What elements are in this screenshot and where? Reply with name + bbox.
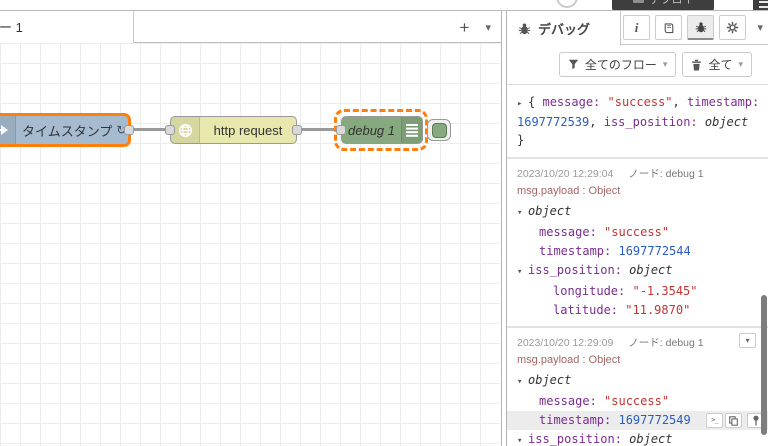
message-meta: msg.payload : Object [517, 185, 621, 197]
expand-caret-icon[interactable]: ▸ [517, 95, 528, 113]
copy-value-button[interactable] [725, 413, 742, 428]
debug-sidebar: デバッグ i ▾ 全てのフロー ▾ 全て ▾ ▸ {message: "suc… [506, 11, 768, 446]
tree-row-latitude: latitude: "11.9870" [553, 303, 691, 317]
node-red-app: デプロイ フロー 1 + ▾ [0, 0, 768, 446]
debug-input-port[interactable] [336, 125, 346, 135]
collapsed-object-summary: ▸{ message: "success", timestamp: 169777… [517, 95, 760, 147]
tree-row-message: message: "success" [539, 225, 670, 239]
http-input-port[interactable] [165, 125, 175, 135]
tab-debug[interactable]: デバッグ [507, 11, 621, 46]
tab-actions: + ▾ [460, 11, 491, 43]
sidebar-tab-buttons: i [623, 15, 746, 40]
clear-label: 全て [708, 58, 733, 72]
tree-row-iss-position: ▾ iss_position: object [517, 261, 760, 282]
message-time: 2023/10/20 12:29:04 [517, 168, 614, 180]
sidebar-menu-chevron-down-icon[interactable]: ▾ [757, 21, 763, 34]
flow-filter-label: 全てのフロー [584, 58, 657, 72]
debug-tab-title: デバッグ [538, 22, 591, 37]
workspace: フロー 1 + ▾ タイムスタンプ ↻ [0, 11, 502, 446]
globe-icon [171, 117, 200, 143]
tree-row-longitude: longitude: "-1.3545" [553, 284, 698, 298]
tree-row-timestamp-highlighted: timestamp: 1697772549 >_ [507, 411, 768, 430]
deploy-label: デプロイ [649, 0, 694, 6]
flow-filter-button[interactable]: 全てのフロー ▾ [558, 52, 677, 77]
debug-enable-toggle[interactable] [427, 119, 451, 141]
filter-icon [568, 59, 579, 70]
debug-message: ▸{ message: "success", timestamp: 169777… [507, 86, 768, 159]
flow-canvas[interactable]: タイムスタンプ ↻ http request debug 1 [0, 43, 500, 446]
book-icon [664, 22, 673, 33]
flow-tabbar: フロー 1 + ▾ [0, 11, 501, 43]
clear-messages-button[interactable]: 全て ▾ [682, 52, 752, 77]
bug-icon [695, 22, 706, 33]
debug-lines-icon [401, 117, 422, 143]
scrollbar-thumb[interactable] [761, 295, 767, 435]
gear-icon [726, 21, 739, 34]
copy-path-button[interactable]: >_ [706, 413, 723, 428]
message-meta: msg.payload : Object [517, 354, 621, 366]
message-menu-button[interactable]: ▾ [739, 333, 756, 348]
message-node-ref[interactable]: ノード: debug 1 [628, 337, 703, 349]
tree-row-iss-position: ▾ iss_position: object [517, 430, 760, 446]
flow-tab[interactable]: フロー 1 [0, 11, 134, 43]
hamburger-icon [759, 1, 768, 3]
copy-icon [729, 415, 738, 426]
debug-message: 2023/10/20 12:29:09 ノード: debug 1 ▾ msg.p… [507, 328, 768, 446]
main-row: フロー 1 + ▾ タイムスタンプ ↻ [0, 10, 768, 446]
collapse-caret-icon[interactable]: ▾ [517, 432, 528, 446]
http-request-node[interactable]: http request [165, 116, 302, 144]
inject-icon [0, 116, 16, 144]
row-tools: >_ [706, 413, 764, 428]
flow-list-chevron-down-icon[interactable]: ▾ [485, 21, 491, 34]
info-icon: i [634, 19, 639, 35]
bug-icon [518, 23, 531, 35]
flow-tab-label: フロー 1 [0, 20, 23, 35]
user-circle-icon[interactable] [556, 0, 578, 8]
info-tab-button[interactable]: i [623, 15, 650, 40]
message-time: 2023/10/20 12:29:09 [517, 337, 614, 349]
hamburger-icon [759, 6, 768, 8]
sidebar-header: デバッグ i ▾ [507, 11, 768, 46]
inject-node-label: タイムスタンプ ↻ [22, 123, 127, 139]
tree-row-object: ▾ object [517, 371, 760, 392]
console-icon: >_ [711, 416, 719, 424]
config-tab-button[interactable] [719, 15, 746, 40]
tree-row-object: ▾ object [517, 202, 760, 223]
trash-icon [692, 59, 702, 70]
debug-message-list: ▸{ message: "success", timestamp: 169777… [507, 86, 768, 446]
chevron-down-icon: ▾ [738, 59, 743, 69]
inject-output-port[interactable] [124, 125, 134, 135]
http-node-label: http request [213, 122, 283, 138]
tree-row-message: message: "success" [539, 394, 670, 408]
collapse-caret-icon[interactable]: ▾ [517, 263, 528, 282]
debug-toolbar: 全てのフロー ▾ 全て ▾ [507, 45, 768, 85]
add-flow-button[interactable]: + [460, 19, 470, 36]
message-header: 2023/10/20 12:29:04 ノード: debug 1 [517, 166, 760, 181]
debug-node-label: debug 1 [348, 122, 395, 138]
chevron-down-icon: ▾ [745, 336, 750, 345]
http-output-port[interactable] [292, 125, 302, 135]
collapse-caret-icon[interactable]: ▾ [517, 204, 528, 223]
chevron-down-icon: ▾ [662, 59, 668, 69]
pin-icon [752, 415, 759, 426]
deploy-icon [632, 0, 644, 3]
debug-node[interactable]: debug 1 [336, 116, 423, 144]
debug-message: 2023/10/20 12:29:04 ノード: debug 1 msg.pay… [507, 159, 768, 328]
help-tab-button[interactable] [655, 15, 682, 40]
inject-node[interactable]: タイムスタンプ ↻ [0, 113, 134, 147]
tree-row-timestamp: timestamp: 1697772544 [539, 244, 691, 258]
message-header: 2023/10/20 12:29:09 ノード: debug 1 ▾ [517, 333, 760, 350]
collapse-caret-icon[interactable]: ▾ [517, 373, 528, 392]
message-node-ref[interactable]: ノード: debug 1 [628, 168, 703, 180]
debug-tab-button[interactable] [687, 15, 714, 40]
